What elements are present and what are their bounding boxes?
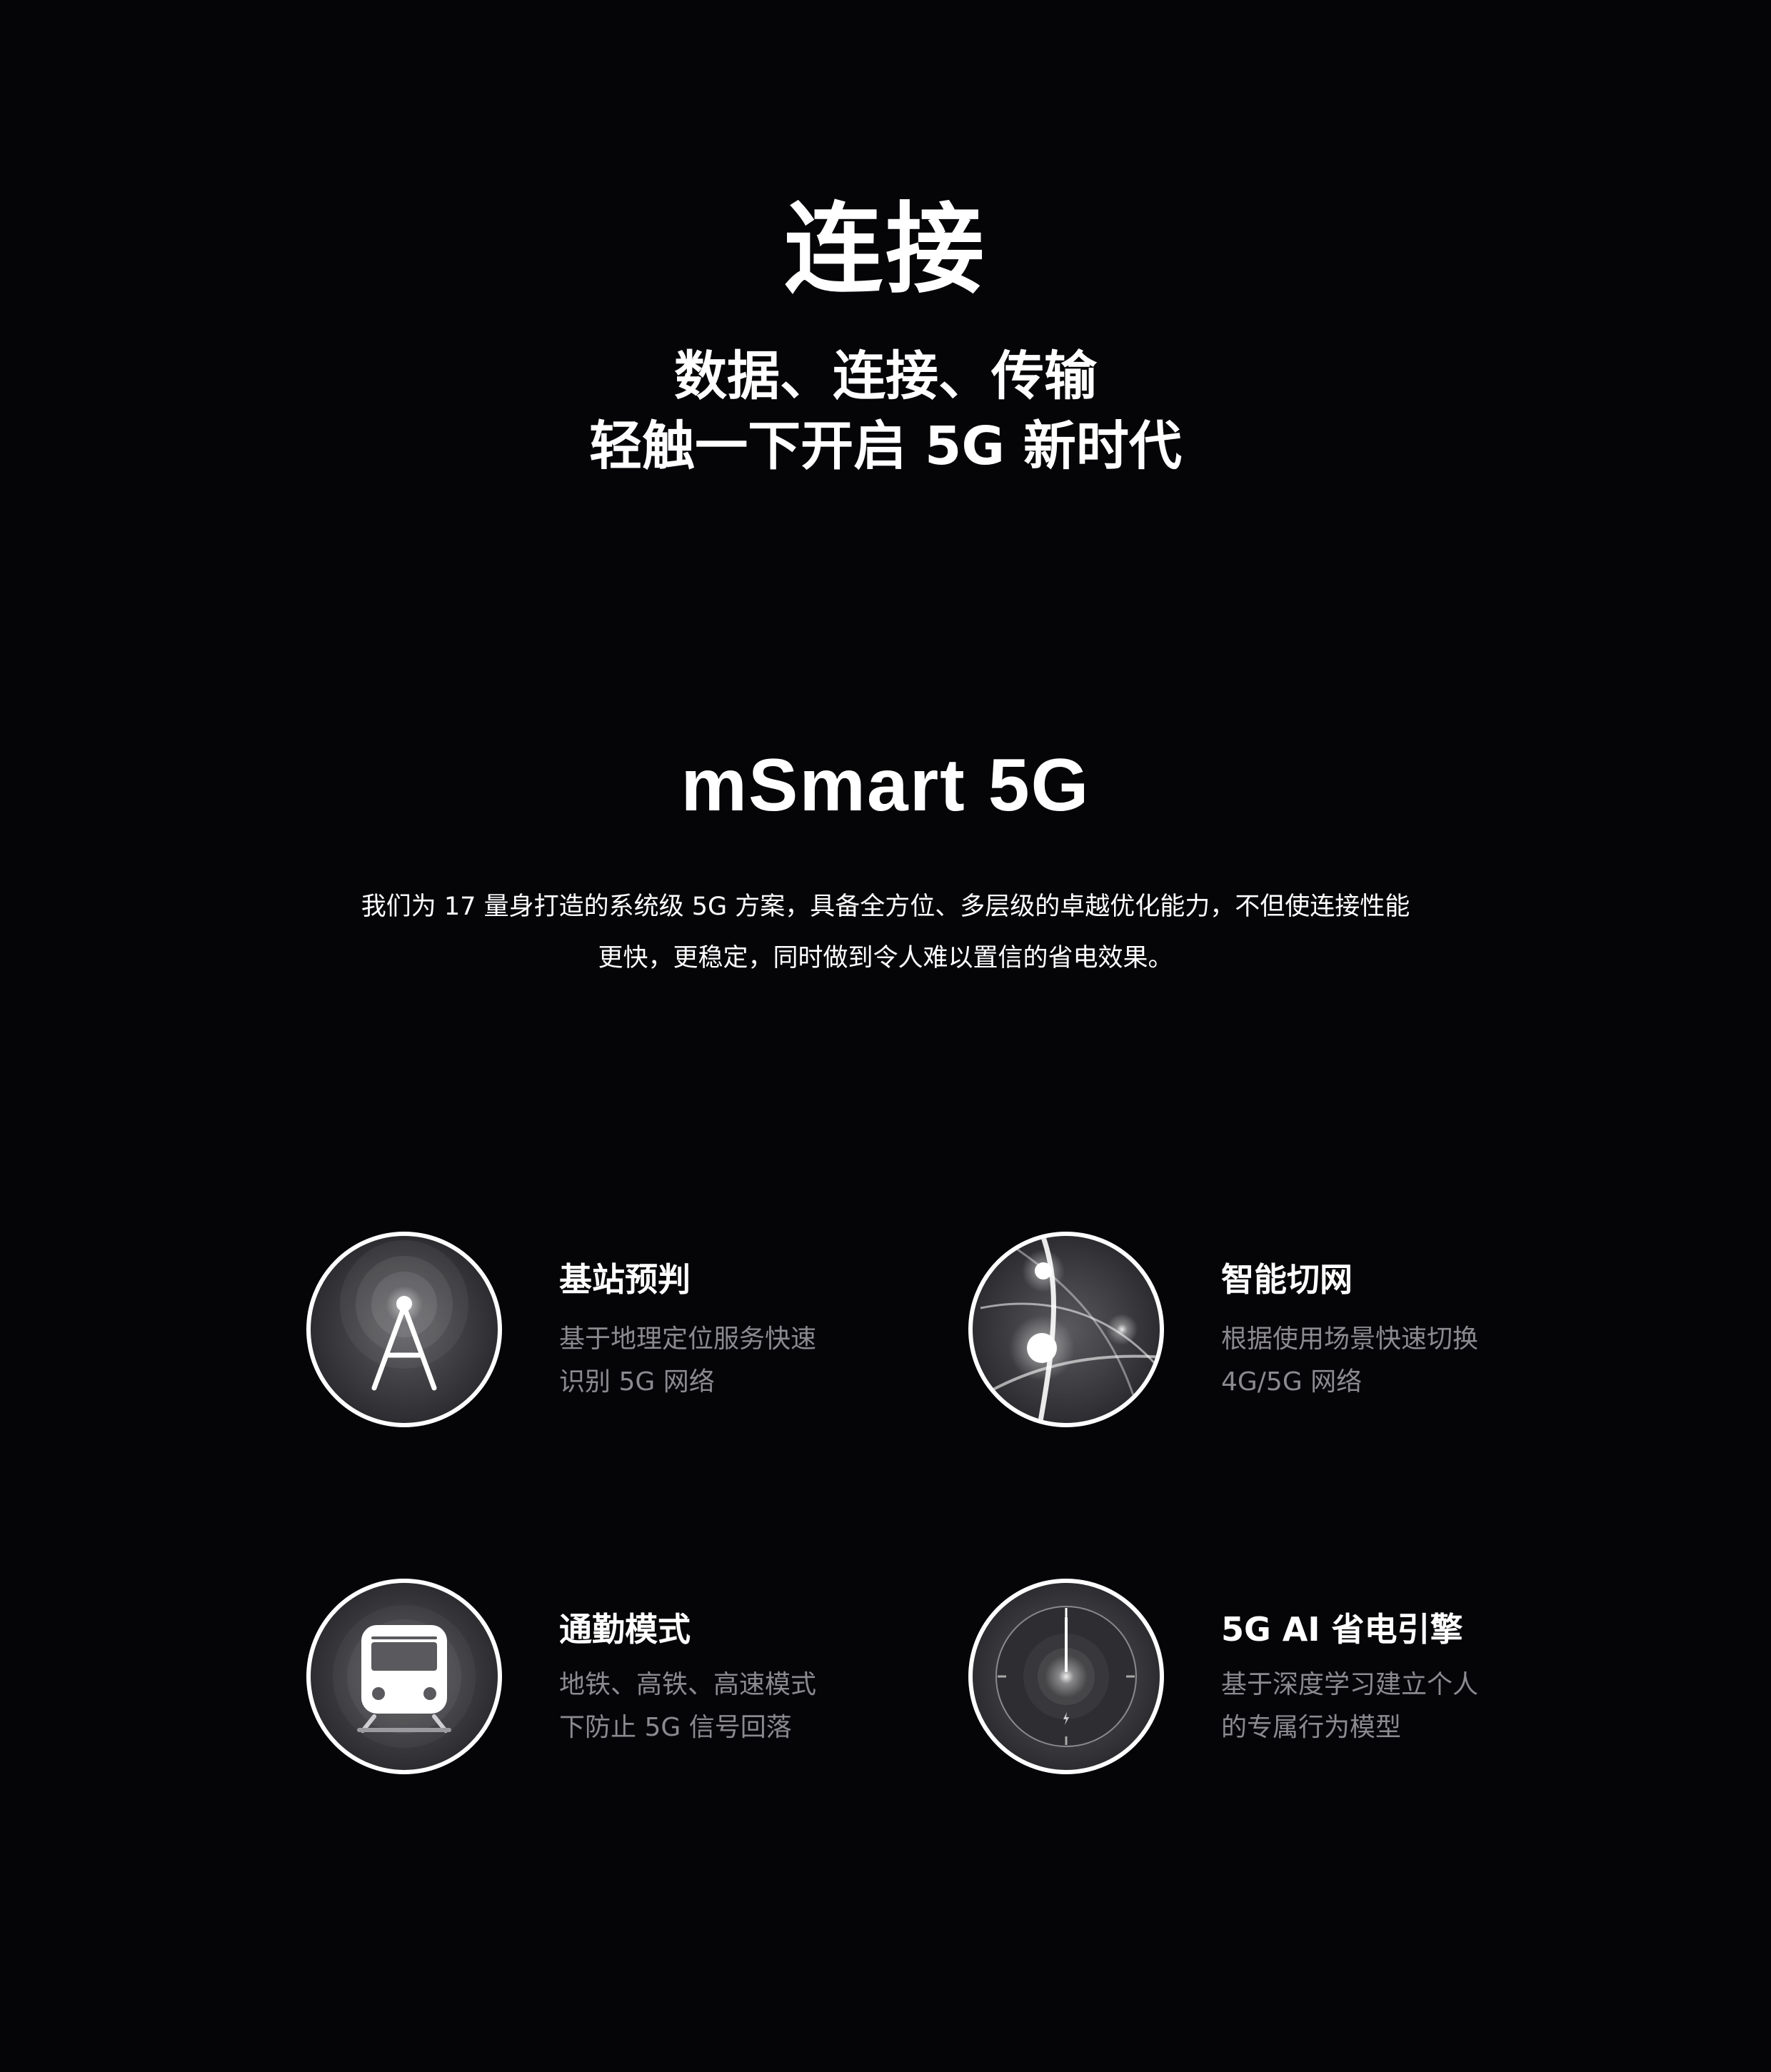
feature-commute-mode: 通勤模式 地铁、高铁、高速模式 下防止 5G 信号回落 xyxy=(304,1576,1018,1791)
feature-smart-network-switch: 智能切网 根据使用场景快速切换 4G/5G 网络 xyxy=(966,1229,1680,1444)
feature-description-line-2: 识别 5G 网络 xyxy=(559,1367,715,1397)
feature-description-line-2: 4G/5G 网络 xyxy=(1221,1367,1363,1397)
network-switch-icon xyxy=(966,1229,1166,1429)
feature-ai-power-saving-engine: 5G AI 省电引擎 基于深度学习建立个人 的专属行为模型 xyxy=(966,1576,1680,1791)
section-description: 我们为 17 量身打造的系统级 5G 方案，具备全方位、多层级的卓越优化能力，不… xyxy=(0,881,1771,984)
feature-description-line-2: 下防止 5G 信号回落 xyxy=(559,1713,792,1742)
section-title: mSmart 5G xyxy=(681,744,1090,827)
feature-title: 智能切网 xyxy=(1221,1260,1353,1299)
feature-title: 5G AI 省电引擎 xyxy=(1221,1610,1463,1649)
train-icon xyxy=(304,1576,504,1776)
feature-description: 根据使用场景快速切换 4G/5G 网络 xyxy=(1221,1318,1478,1404)
hero-title: 连接 xyxy=(783,192,987,307)
hero-subtitle-line-2: 轻触一下开启 5G 新时代 xyxy=(589,416,1182,477)
feature-base-station-prediction: 基站预判 基于地理定位服务快速 识别 5G 网络 xyxy=(304,1229,1018,1444)
feature-title: 通勤模式 xyxy=(559,1610,691,1649)
feature-description-line-2: 的专属行为模型 xyxy=(1221,1713,1402,1742)
feature-description: 基于深度学习建立个人 的专属行为模型 xyxy=(1221,1664,1478,1749)
feature-description-line-1: 根据使用场景快速切换 xyxy=(1221,1324,1479,1354)
feature-description: 基于地理定位服务快速 识别 5G 网络 xyxy=(559,1318,816,1404)
feature-description-line-1: 基于地理定位服务快速 xyxy=(559,1324,817,1354)
section-description-line-1: 我们为 17 量身打造的系统级 5G 方案，具备全方位、多层级的卓越优化能力，不… xyxy=(361,892,1410,921)
feature-description-line-1: 基于深度学习建立个人 xyxy=(1221,1670,1479,1699)
feature-title: 基站预判 xyxy=(559,1260,691,1299)
section-description-line-2: 更快，更稳定，同时做到令人难以置信的省电效果。 xyxy=(598,944,1173,972)
feature-description-line-1: 地铁、高铁、高速模式 xyxy=(559,1670,817,1699)
power-dial-icon xyxy=(966,1576,1166,1776)
hero-subtitle: 数据、连接、传输 轻触一下开启 5G 新时代 xyxy=(0,341,1771,481)
feature-description: 地铁、高铁、高速模式 下防止 5G 信号回落 xyxy=(559,1664,816,1749)
cell-tower-icon xyxy=(304,1229,504,1429)
hero-subtitle-line-1: 数据、连接、传输 xyxy=(674,346,1097,407)
